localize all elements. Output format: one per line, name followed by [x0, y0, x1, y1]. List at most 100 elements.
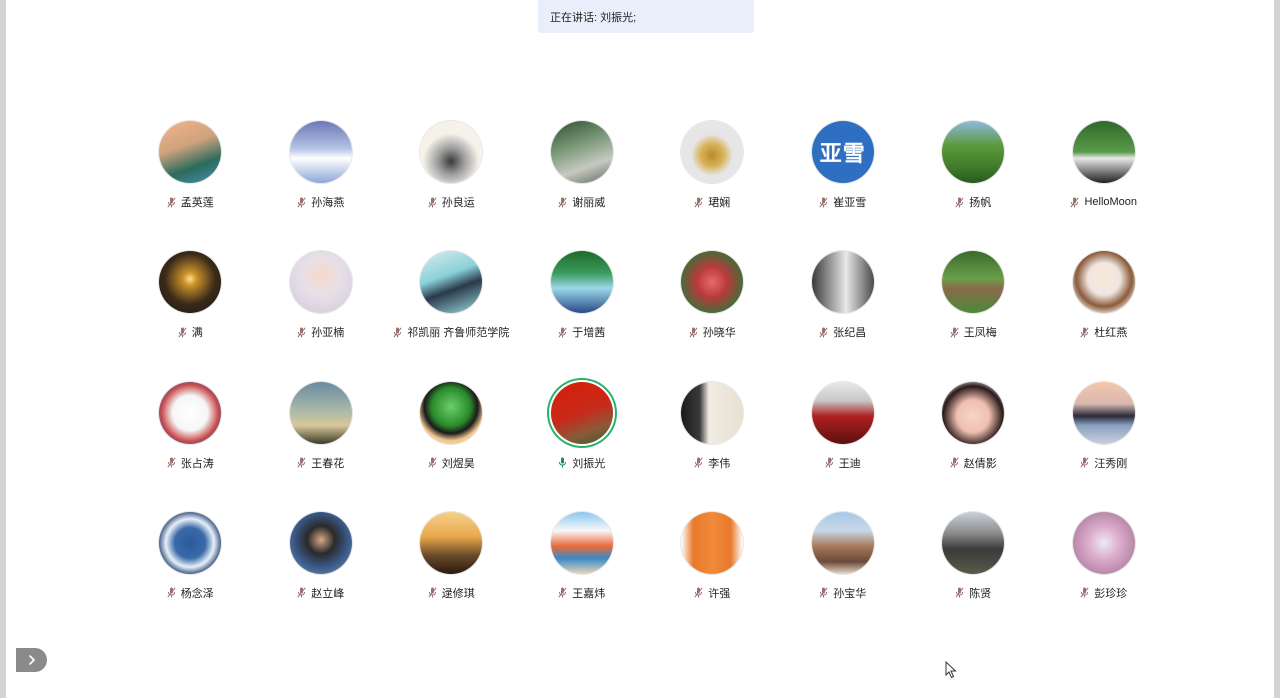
waterfall-icon[interactable] — [550, 251, 613, 314]
participant-name-row: 张占涛 — [167, 456, 214, 470]
mouse-cursor-icon — [945, 661, 957, 679]
participant-name-row: 逯修琪 — [428, 586, 475, 600]
participant-name-row: 张纪昌 — [819, 325, 866, 339]
landscape-pine-icon[interactable] — [159, 121, 222, 183]
building-portrait-icon[interactable] — [942, 511, 1005, 574]
cartoon-girl-icon[interactable] — [1072, 251, 1135, 314]
participant-tile[interactable]: 张占涛 — [125, 378, 256, 508]
sunset-icon[interactable] — [159, 251, 222, 314]
earth-icon[interactable] — [159, 511, 222, 574]
avatar[interactable]: 亚雪 — [811, 121, 874, 183]
dusk-sky-icon[interactable] — [289, 381, 352, 444]
participant-tile[interactable]: 王春花 — [256, 378, 387, 508]
participant-tile[interactable]: 赵倩影 — [908, 378, 1039, 508]
mic-muted-icon — [819, 587, 828, 598]
mic-muted-icon — [558, 196, 567, 208]
participant-tile[interactable]: 彭珍珍 — [1039, 508, 1170, 638]
mic-muted-icon — [428, 457, 437, 468]
participant-tile[interactable]: 满 — [125, 247, 256, 377]
deer-sunset-icon[interactable] — [420, 511, 483, 574]
participant-name-row: 刘煜昊 — [428, 456, 475, 470]
participant-tile[interactable]: 王迪 — [778, 378, 909, 508]
cartoon-boy-icon[interactable] — [420, 381, 483, 444]
participant-tile[interactable]: 祁凯丽 齐鲁师范学院 — [386, 247, 517, 377]
mic-muted-icon — [167, 196, 176, 208]
participant-name-row: 王迪 — [825, 456, 861, 470]
participant-tile[interactable]: 珺娴 — [647, 117, 778, 247]
participant-tile[interactable]: 杨念泽 — [125, 508, 256, 638]
calligraphy-icon[interactable] — [681, 381, 744, 444]
red-dress-icon[interactable] — [811, 381, 874, 444]
participant-name: 彭珍珍 — [1094, 587, 1128, 600]
mic-muted-icon — [825, 457, 834, 468]
participant-tile[interactable]: 亚雪 崔亚雪 — [778, 117, 909, 247]
orange-bag-icon[interactable] — [681, 511, 744, 574]
participant-name-row: 孟英莲 — [167, 195, 214, 209]
participant-tile[interactable]: 孙宝华 — [778, 508, 909, 638]
panda-icon[interactable] — [1072, 121, 1135, 183]
mic-muted-icon — [558, 327, 567, 338]
mic-muted-icon — [955, 587, 964, 598]
participant-tile[interactable]: HelloMoon — [1039, 117, 1170, 247]
participant-name-row: 赵立峰 — [297, 586, 344, 600]
ink-painting-icon[interactable] — [420, 121, 483, 183]
participant-tile[interactable]: 杜红燕 — [1039, 247, 1170, 377]
participant-tile[interactable]: 逯修琪 — [386, 508, 517, 638]
participant-tile[interactable]: 刘振光 — [517, 378, 648, 508]
mic-muted-icon — [819, 327, 828, 338]
participant-grid: 孟英莲 孙海燕 孙良运 谢丽威 珺娴 亚雪 崔亚雪 扬帆 HelloMoon 满孙亚楠 祁凯丽 齐鲁… — [125, 117, 1169, 638]
participant-tile[interactable]: 许强 — [647, 508, 778, 638]
participant-name-row: 孙宝华 — [819, 586, 866, 600]
meeting-window: 正在讲话: 刘振光; 孟英莲 孙海燕 孙良运 谢丽威 珺娴 亚雪 崔亚雪 扬帆 HelloMoo… — [0, 0, 1280, 698]
garden-icon[interactable] — [942, 251, 1005, 314]
participant-tile[interactable]: 于增茜 — [517, 247, 648, 377]
expand-panel-button[interactable] — [16, 648, 47, 672]
mic-muted-icon — [689, 327, 698, 338]
park-path-icon[interactable] — [550, 121, 613, 183]
mic-muted-icon — [694, 196, 703, 208]
pavilion-blossom-icon[interactable] — [681, 251, 744, 314]
participant-tile[interactable]: 孙亚楠 — [256, 247, 387, 377]
participant-name-row: 满 — [178, 325, 203, 339]
participant-tile[interactable]: 刘煜昊 — [386, 378, 517, 508]
participant-tile[interactable]: 赵立峰 — [256, 508, 387, 638]
participant-tile[interactable]: 孙晓华 — [647, 247, 778, 377]
participant-tile[interactable]: 王凤梅 — [908, 247, 1039, 377]
mic-muted-icon — [1070, 196, 1080, 208]
pink-abstract-icon[interactable] — [1072, 511, 1135, 574]
portrait-man-icon[interactable] — [289, 511, 352, 574]
selfie-woman-icon[interactable] — [942, 381, 1005, 444]
flag-tree-icon[interactable] — [550, 381, 613, 444]
participant-name-row: 王凤梅 — [950, 325, 997, 339]
participant-tile[interactable]: 孙海燕 — [256, 117, 387, 247]
participant-tile[interactable]: 扬帆 — [908, 117, 1039, 247]
mic-muted-icon — [819, 196, 828, 208]
participant-tile[interactable]: 李伟 — [647, 378, 778, 508]
sky-clouds-icon[interactable] — [289, 121, 352, 183]
mic-muted-icon — [428, 196, 437, 208]
mic-muted-icon — [694, 587, 703, 598]
door-icon[interactable] — [811, 251, 874, 314]
participant-tile[interactable]: 谢丽威 — [517, 117, 648, 247]
temple-tree-icon[interactable] — [811, 511, 874, 574]
portrait-woman-icon[interactable] — [289, 251, 352, 314]
participant-tile[interactable]: 孙良运 — [386, 117, 517, 247]
seal-logo-icon[interactable] — [159, 381, 222, 444]
participant-tile[interactable]: 王嘉炜 — [517, 508, 648, 638]
golden-figure-icon[interactable] — [681, 121, 744, 183]
participant-name: 谢丽威 — [572, 197, 606, 209]
forest-icon[interactable] — [942, 121, 1005, 183]
pool-diver-icon[interactable] — [420, 251, 483, 314]
participant-tile[interactable]: 汪秀刚 — [1039, 378, 1170, 508]
participant-tile[interactable]: 孟英莲 — [125, 117, 256, 247]
participant-name: 许强 — [708, 587, 731, 600]
beach-man-icon[interactable] — [550, 511, 613, 574]
participant-name-row: 崔亚雪 — [819, 195, 866, 209]
lake-pavilion-icon[interactable] — [1072, 381, 1135, 444]
participant-name-row: 珺娴 — [694, 195, 730, 209]
participant-name: 扬帆 — [969, 197, 992, 209]
participant-tile[interactable]: 陈贤 — [908, 508, 1039, 638]
participant-tile[interactable]: 张纪昌 — [778, 247, 909, 377]
participant-name: 满 — [191, 327, 203, 340]
participant-name-row: 孙亚楠 — [297, 325, 344, 339]
